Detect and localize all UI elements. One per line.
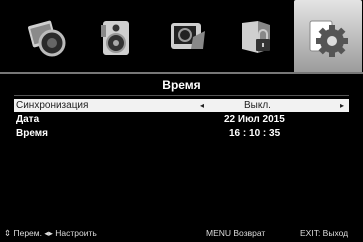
title-divider bbox=[14, 95, 349, 96]
gear-icon bbox=[309, 20, 348, 57]
menu-item-sync[interactable]: Синхронизация ◂ Выкл. ▸ bbox=[14, 99, 349, 112]
page-title: Время bbox=[162, 78, 201, 92]
tab-channel[interactable] bbox=[153, 4, 221, 70]
category-tab-bar bbox=[0, 0, 363, 74]
key-hint-bar: ⇕ Перем. ◂▸ Настроить MENU Возврат EXIT:… bbox=[0, 224, 363, 242]
tab-picture[interactable] bbox=[14, 4, 82, 70]
menu-item-date[interactable]: Дата 22 Июл 2015 bbox=[14, 113, 349, 126]
right-arrow-icon[interactable]: ▸ bbox=[340, 99, 344, 112]
sync-value: Выкл. bbox=[244, 100, 271, 111]
date-value: 22 Июл 2015 bbox=[224, 114, 285, 125]
speaker-icon bbox=[101, 21, 129, 55]
header-divider bbox=[0, 72, 363, 74]
tab-settings[interactable] bbox=[294, 0, 362, 74]
menu-back-hint: MENU Возврат bbox=[206, 228, 266, 238]
exit-hint: EXIT: Выход bbox=[300, 228, 349, 238]
left-arrow-icon[interactable]: ◂ bbox=[200, 99, 204, 112]
tab-lock[interactable] bbox=[224, 4, 292, 70]
navigate-hint: ⇕ Перем. ◂▸ Настроить bbox=[4, 228, 97, 238]
time-label: Время bbox=[16, 128, 48, 139]
menu-item-time[interactable]: Время 16 : 10 : 35 bbox=[14, 127, 349, 140]
tab-sound[interactable] bbox=[83, 4, 151, 70]
date-label: Дата bbox=[16, 114, 40, 125]
lock-icon bbox=[242, 21, 270, 53]
sync-label: Синхронизация bbox=[16, 100, 89, 111]
photo-icon bbox=[28, 20, 66, 57]
tv-channel-icon bbox=[171, 23, 205, 49]
time-value: 16 : 10 : 35 bbox=[229, 128, 281, 139]
